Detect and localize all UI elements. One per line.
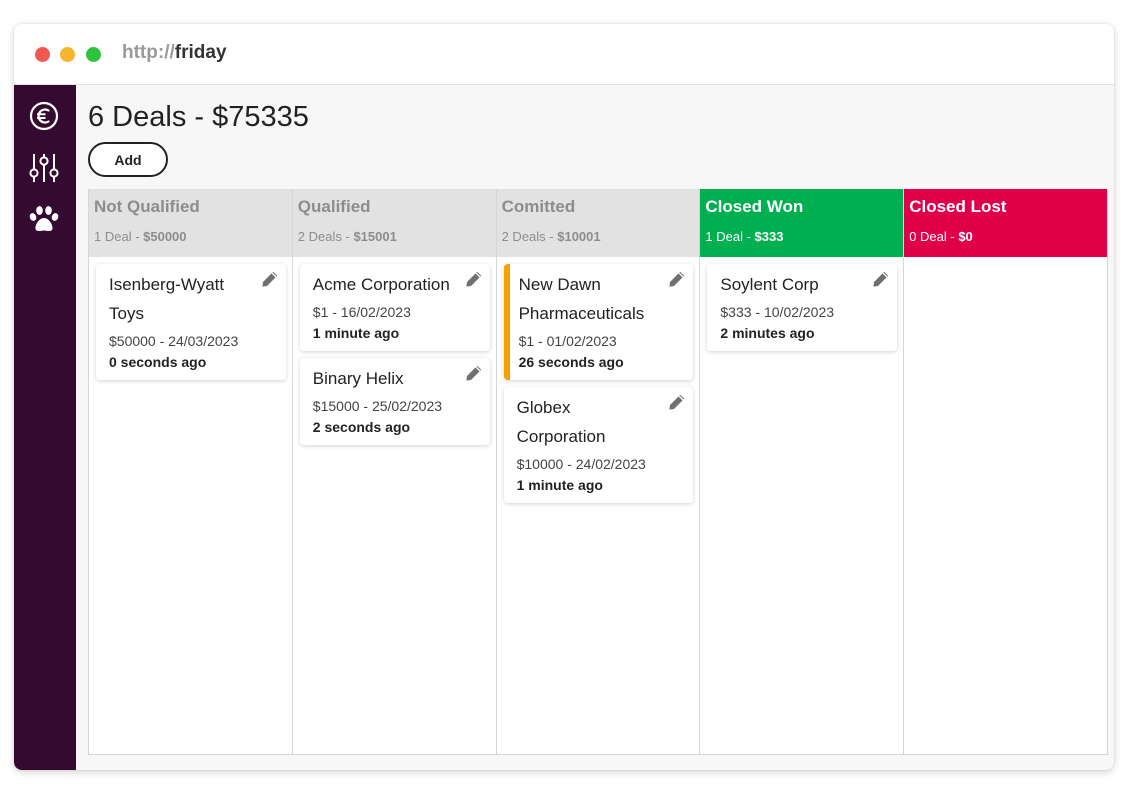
deal-amount-date: $50000 - 24/03/2023 xyxy=(109,333,239,349)
deal-updated-time: 1 minute ago xyxy=(516,477,603,493)
column-cards: New Dawn Pharmaceuticals $1 - 01/02/2023… xyxy=(497,257,700,503)
column-header: Closed Lost 0 Deal - $0 xyxy=(904,189,1107,257)
column-summary: 0 Deal - $0 xyxy=(909,229,1102,244)
column-count: 2 Deals xyxy=(297,229,342,244)
euro-icon[interactable] xyxy=(28,100,60,132)
deal-card[interactable]: Globex Corporation $10000 - 24/02/2023 1… xyxy=(503,387,694,503)
browser-window: http://friday 6 Deals - $75335 Add Not Q… xyxy=(14,24,1114,770)
column-count: 0 Deal xyxy=(909,229,947,244)
column-title: Not Qualified xyxy=(94,197,200,216)
column-cards: Soylent Corp $333 - 10/02/2023 2 minutes… xyxy=(700,257,903,351)
column-total: $333 xyxy=(754,229,784,244)
column-separator: - xyxy=(131,229,144,244)
column-count: 1 Deal xyxy=(705,229,743,244)
column-cards: Acme Corporation $1 - 16/02/2023 1 minut… xyxy=(293,257,496,445)
column-total: $15001 xyxy=(353,229,397,244)
deal-amount-date: $15000 - 25/02/2023 xyxy=(312,398,443,414)
address-bar[interactable]: http://friday xyxy=(122,42,227,64)
deal-updated-time: 2 minutes ago xyxy=(720,325,815,341)
sliders-icon[interactable] xyxy=(28,152,60,184)
pipeline-column: Closed Lost 0 Deal - $0 xyxy=(904,189,1108,755)
kanban-board: Not Qualified 1 Deal - $50000 Isenberg-W… xyxy=(88,189,1108,755)
close-window-button[interactable] xyxy=(35,47,50,62)
title-bar: http://friday xyxy=(14,24,1114,85)
column-cards: Isenberg-Wyatt Toys $50000 - 24/03/2023 … xyxy=(89,257,292,380)
column-total: $50000 xyxy=(143,229,187,244)
pipeline-column: Closed Won 1 Deal - $333 Soylent Corp $3… xyxy=(700,189,905,755)
column-title: Closed Lost xyxy=(909,197,1007,216)
deal-card[interactable]: Soylent Corp $333 - 10/02/2023 2 minutes… xyxy=(707,264,898,351)
deal-name: Globex Corporation xyxy=(516,398,606,446)
pencil-icon[interactable] xyxy=(465,364,483,382)
pencil-icon[interactable] xyxy=(261,270,279,288)
deal-name: Soylent Corp xyxy=(720,275,819,294)
pencil-icon[interactable] xyxy=(465,270,483,288)
column-separator: - xyxy=(742,229,755,244)
column-header: Not Qualified 1 Deal - $50000 xyxy=(89,189,292,257)
column-count: 2 Deals xyxy=(501,229,546,244)
deal-updated-time: 1 minute ago xyxy=(312,325,400,341)
column-header: Qualified 2 Deals - $15001 xyxy=(292,189,496,257)
deal-name: Binary Helix xyxy=(312,369,404,388)
pipeline-column: Qualified 2 Deals - $15001 Acme Corporat… xyxy=(292,189,497,755)
column-summary: 2 Deals - $15001 xyxy=(298,229,491,244)
pipeline-column: Not Qualified 1 Deal - $50000 Isenberg-W… xyxy=(89,189,293,755)
paw-icon[interactable] xyxy=(28,204,60,236)
deal-name: Acme Corporation xyxy=(312,275,450,294)
column-summary: 1 Deal - $50000 xyxy=(94,229,287,244)
deal-updated-time: 0 seconds ago xyxy=(109,354,207,370)
deal-card[interactable]: Isenberg-Wyatt Toys $50000 - 24/03/2023 … xyxy=(96,264,286,380)
deal-updated-time: 2 seconds ago xyxy=(312,419,411,435)
column-header: Closed Won 1 Deal - $333 xyxy=(700,189,904,257)
column-count: 1 Deal xyxy=(94,229,132,244)
deal-card[interactable]: Binary Helix $15000 - 25/02/2023 2 secon… xyxy=(299,358,490,445)
pencil-icon[interactable] xyxy=(668,393,686,411)
minimize-window-button[interactable] xyxy=(60,47,75,62)
page-title: 6 Deals - $75335 xyxy=(88,101,309,133)
maximize-window-button[interactable] xyxy=(86,47,101,62)
deal-amount-date: $333 - 10/02/2023 xyxy=(720,304,835,320)
column-title: Comitted xyxy=(501,197,576,216)
column-separator: - xyxy=(341,229,354,244)
column-separator: - xyxy=(545,229,558,244)
column-title: Qualified xyxy=(297,197,371,216)
column-header: Comitted 2 Deals - $10001 xyxy=(496,189,700,257)
column-summary: 1 Deal - $333 xyxy=(705,229,898,244)
column-title: Closed Won xyxy=(705,197,804,216)
column-cards xyxy=(904,257,1107,264)
deal-name: New Dawn Pharmaceuticals xyxy=(518,275,645,323)
sidebar xyxy=(14,85,76,770)
url-host: friday xyxy=(174,42,227,63)
deal-card[interactable]: New Dawn Pharmaceuticals $1 - 01/02/2023… xyxy=(503,264,694,380)
pipeline-column: Comitted 2 Deals - $10001 New Dawn Pharm… xyxy=(496,189,701,755)
column-summary: 2 Deals - $10001 xyxy=(502,229,695,244)
deal-card[interactable]: Acme Corporation $1 - 16/02/2023 1 minut… xyxy=(299,264,490,351)
main-content: 6 Deals - $75335 Add Not Qualified 1 Dea… xyxy=(76,85,1114,770)
column-total: $0 xyxy=(958,229,973,244)
pencil-icon[interactable] xyxy=(668,270,686,288)
column-total: $10001 xyxy=(557,229,601,244)
deal-amount-date: $1 - 01/02/2023 xyxy=(518,333,617,349)
add-deal-button[interactable]: Add xyxy=(88,142,168,177)
deal-updated-time: 26 seconds ago xyxy=(518,354,624,370)
url-protocol: http:// xyxy=(122,42,175,63)
column-separator: - xyxy=(946,229,959,244)
pencil-icon[interactable] xyxy=(872,270,890,288)
deal-amount-date: $10000 - 24/02/2023 xyxy=(516,456,646,472)
deal-amount-date: $1 - 16/02/2023 xyxy=(312,304,411,320)
deal-name: Isenberg-Wyatt Toys xyxy=(109,275,225,323)
